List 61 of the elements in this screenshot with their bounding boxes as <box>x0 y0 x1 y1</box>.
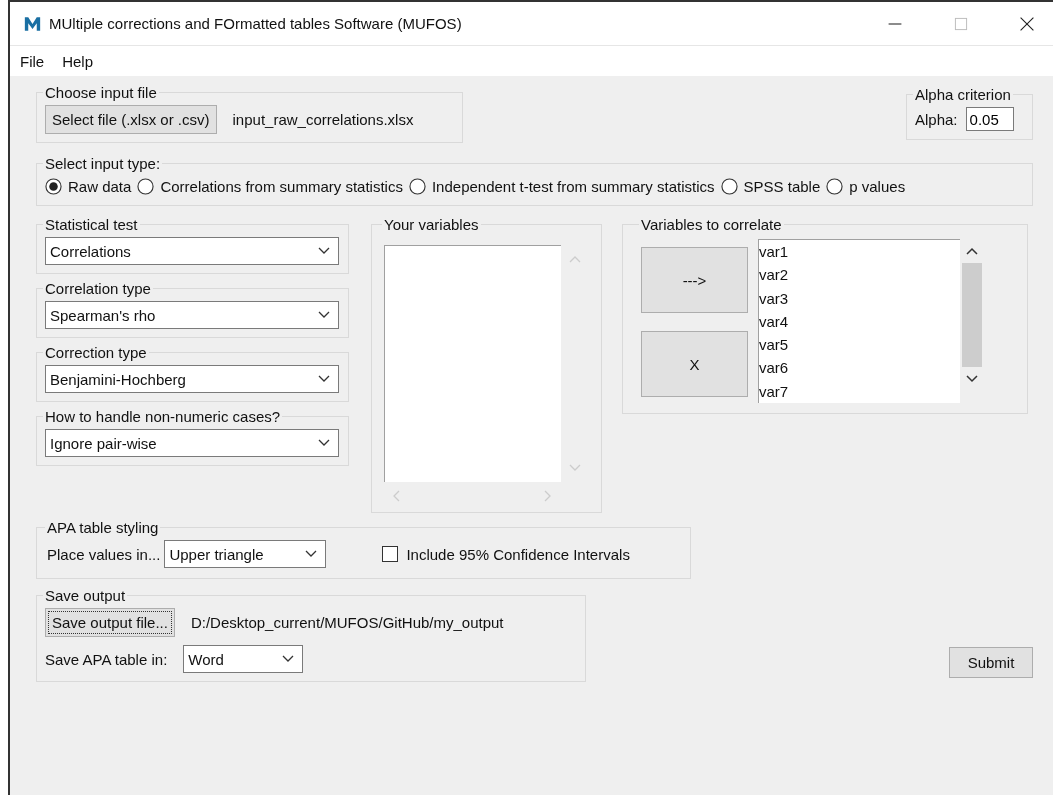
list-item[interactable]: var7 <box>759 379 960 403</box>
scrollbar-thumb[interactable] <box>962 263 982 367</box>
dropdown[interactable]: Ignore pair-wise <box>45 429 339 457</box>
close-icon[interactable] <box>1019 15 1035 32</box>
dropdown[interactable]: Word <box>183 645 304 673</box>
dropdown[interactable]: Upper triangle <box>164 540 327 568</box>
list-item[interactable]: var6 <box>759 356 960 380</box>
group-label: Statistical test <box>44 216 139 233</box>
group-label: Select input type: <box>44 155 162 172</box>
output-path: D:/Desktop_current/MUFOS/GitHub/my_output <box>190 614 504 631</box>
chevron-down-icon <box>305 550 318 558</box>
file-name: input_raw_correlations.xlsx <box>232 111 414 128</box>
checkbox[interactable] <box>382 546 399 562</box>
list-item[interactable]: var1 <box>759 240 960 264</box>
list-item[interactable]: var5 <box>759 333 960 357</box>
select-file-button[interactable]: Select file (.xlsx or .csv) <box>45 105 217 134</box>
radio-label[interactable]: Raw data <box>68 178 132 195</box>
save-output-button[interactable]: Save output file... <box>45 608 175 637</box>
group-label: Your variables <box>383 216 480 233</box>
dropdown[interactable]: Spearman's rho <box>45 301 339 329</box>
dropdown[interactable]: Correlations <box>45 237 339 265</box>
radio-button[interactable] <box>720 178 738 195</box>
remove-variable-button[interactable]: X <box>641 331 748 397</box>
group-label: Correction type <box>44 344 148 361</box>
chevron-down-icon <box>318 375 330 383</box>
list-item[interactable]: var4 <box>759 309 960 334</box>
place-values-label: Place values in... <box>47 545 161 563</box>
group-label: Correlation type <box>44 280 152 297</box>
chevron-down-icon <box>318 439 330 447</box>
scroll-up-icon[interactable] <box>966 247 978 255</box>
group-label: APA table styling <box>46 519 160 536</box>
radio-button[interactable] <box>45 178 62 195</box>
group-label: Save output <box>44 587 127 604</box>
group-label: Variables to correlate <box>640 216 783 233</box>
chevron-down-icon <box>318 247 330 255</box>
radio-button[interactable] <box>826 178 844 195</box>
group-label: Choose input file <box>44 84 158 101</box>
list-item[interactable]: var2 <box>759 263 960 287</box>
chevron-down-icon <box>318 311 330 319</box>
radio-label[interactable]: Independent t-test from summary statistics <box>431 178 715 195</box>
scroll-down-icon[interactable] <box>966 375 978 383</box>
add-variable-button[interactable]: ---> <box>641 247 748 313</box>
alpha-field[interactable]: 0.05 <box>965 107 1014 131</box>
menu-item[interactable]: File <box>20 52 45 70</box>
radio-button[interactable] <box>408 178 426 195</box>
menu-item[interactable]: Help <box>62 52 94 70</box>
submit-button[interactable]: Submit <box>949 647 1033 678</box>
radio-label[interactable]: Correlations from summary statistics <box>160 178 403 195</box>
radio-label[interactable]: SPSS table <box>743 178 821 195</box>
app-logo-icon <box>24 15 41 32</box>
radio-label[interactable]: p values <box>849 178 906 195</box>
dropdown[interactable]: Benjamini-Hochberg <box>45 365 339 393</box>
list-item[interactable]: var3 <box>759 286 960 310</box>
alpha-label: Alpha: <box>915 110 958 128</box>
group-label: Alpha criterion <box>914 86 1012 103</box>
checkbox-label[interactable]: Include 95% Confidence Intervals <box>406 545 630 563</box>
radio-button[interactable] <box>137 178 155 195</box>
chevron-down-icon <box>282 655 295 663</box>
group-label: How to handle non-numeric cases? <box>44 408 282 425</box>
save-format-label: Save APA table in: <box>45 650 168 668</box>
window-title: MUltiple corrections and FOrmatted tables Software (MUFOS) <box>49 15 462 32</box>
